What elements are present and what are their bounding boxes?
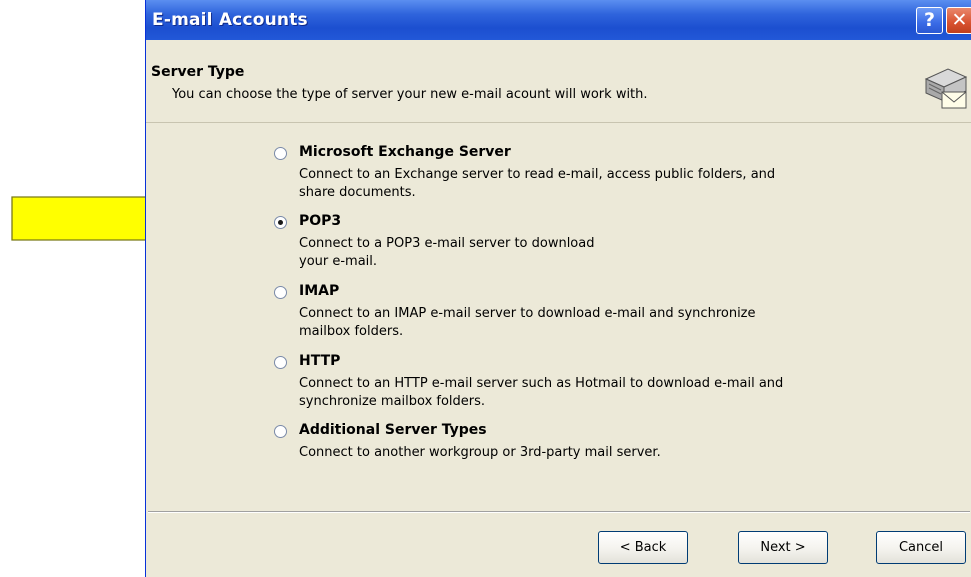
exchange-label[interactable]: Microsoft Exchange Server: [299, 144, 511, 160]
help-button[interactable]: ?: [916, 7, 943, 34]
additional-radio[interactable]: [274, 425, 287, 438]
help-icon: ?: [923, 9, 936, 31]
mail-server-icon: [924, 68, 968, 109]
close-icon: ✕: [951, 9, 968, 31]
pop3-description: Connect to a POP3 e-mail server to downl…: [299, 236, 595, 269]
imap-label[interactable]: IMAP: [299, 283, 339, 299]
page-description: You can choose the type of server your n…: [172, 87, 648, 102]
window-title: E-mail Accounts: [152, 10, 308, 30]
page-title: Server Type: [151, 64, 245, 80]
close-button[interactable]: ✕: [946, 7, 971, 34]
http-description: Connect to an HTTP e-mail server such as…: [299, 376, 784, 409]
cancel-button[interactable]: Cancel: [876, 531, 966, 564]
pop3-radio[interactable]: [274, 216, 287, 229]
back-button[interactable]: < Back: [598, 531, 688, 564]
imap-radio[interactable]: [274, 286, 287, 299]
additional-description: Connect to another workgroup or 3rd-part…: [299, 445, 661, 460]
screenshot-canvas: E-mail Accounts ? ✕ Server Type You can …: [0, 0, 971, 577]
exchange-description: Connect to an Exchange server to read e-…: [299, 167, 776, 200]
http-radio[interactable]: [274, 356, 287, 369]
button-separator: [148, 511, 970, 513]
additional-label[interactable]: Additional Server Types: [299, 422, 487, 438]
email-accounts-dialog: E-mail Accounts ? ✕ Server Type You can …: [145, 0, 971, 577]
imap-description: Connect to an IMAP e-mail server to down…: [299, 306, 756, 339]
exchange-radio[interactable]: [274, 147, 287, 160]
next-button[interactable]: Next >: [738, 531, 828, 564]
pop3-label[interactable]: POP3: [299, 213, 341, 229]
page-header: Server Type You can choose the type of s…: [146, 40, 971, 123]
http-label[interactable]: HTTP: [299, 353, 340, 369]
title-bar[interactable]: E-mail Accounts ? ✕: [146, 0, 971, 40]
server-type-options: Microsoft Exchange Server Connect to an …: [146, 122, 971, 502]
